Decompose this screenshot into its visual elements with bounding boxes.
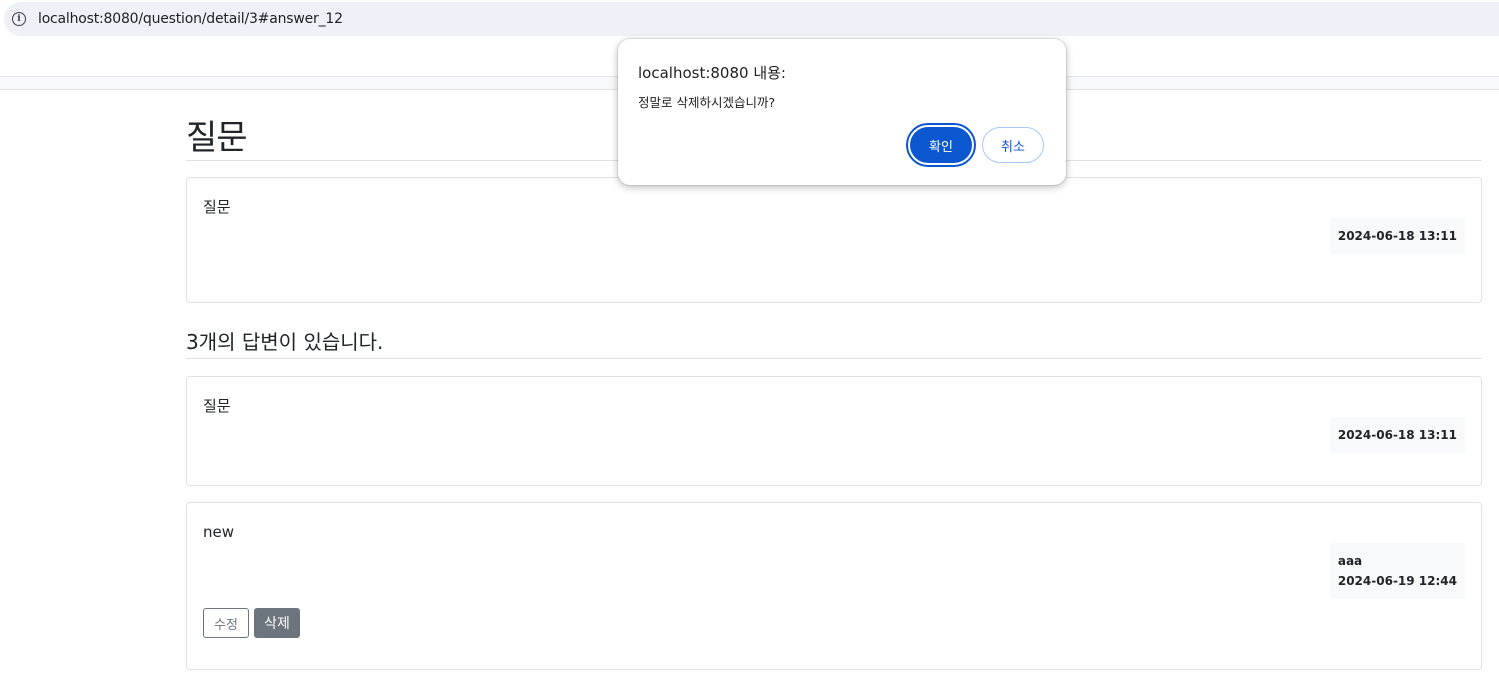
ok-button[interactable]: 확인 xyxy=(906,123,976,167)
question-date: 2024-06-18 13:11 xyxy=(1337,229,1457,243)
dialog-title: localhost:8080 내용: xyxy=(638,64,786,82)
answer-content: 질문 xyxy=(203,397,231,415)
delete-button[interactable]: 삭제 xyxy=(254,608,300,638)
info-icon[interactable]: i xyxy=(12,12,26,26)
address-bar[interactable]: i localhost:8080/question/detail/3#answe… xyxy=(4,2,1499,36)
answer-date: 2024-06-18 13:11 xyxy=(1337,428,1457,442)
answer-date-badge: 2024-06-18 13:11 xyxy=(1329,417,1465,453)
dialog-message: 정말로 삭제하시겠습니까? xyxy=(638,95,776,110)
answer-card: 질문 2024-06-18 13:11 xyxy=(186,376,1482,486)
answer-author: aaa xyxy=(1337,554,1363,568)
question-date-badge: 2024-06-18 13:11 xyxy=(1329,218,1465,254)
answer-content: new xyxy=(203,523,235,541)
answers-count-heading: 3개의 답변이 있습니다. xyxy=(186,330,384,354)
question-content: 질문 xyxy=(203,198,231,216)
confirm-dialog: localhost:8080 내용: 정말로 삭제하시겠습니까? 확인 취소 xyxy=(618,39,1066,185)
url-text[interactable]: localhost:8080/question/detail/3#answer_… xyxy=(38,11,343,27)
page-title: 질문 xyxy=(186,118,248,158)
answer-meta-badge: aaa 2024-06-19 12:44 xyxy=(1329,543,1465,599)
answer-date: 2024-06-19 12:44 xyxy=(1337,574,1457,588)
answer-card: new aaa 2024-06-19 12:44 수정 삭제 xyxy=(186,502,1482,670)
cancel-button[interactable]: 취소 xyxy=(982,127,1044,163)
question-card: 질문 2024-06-18 13:11 xyxy=(186,177,1482,303)
answers-divider xyxy=(186,358,1482,359)
edit-button[interactable]: 수정 xyxy=(203,608,249,638)
